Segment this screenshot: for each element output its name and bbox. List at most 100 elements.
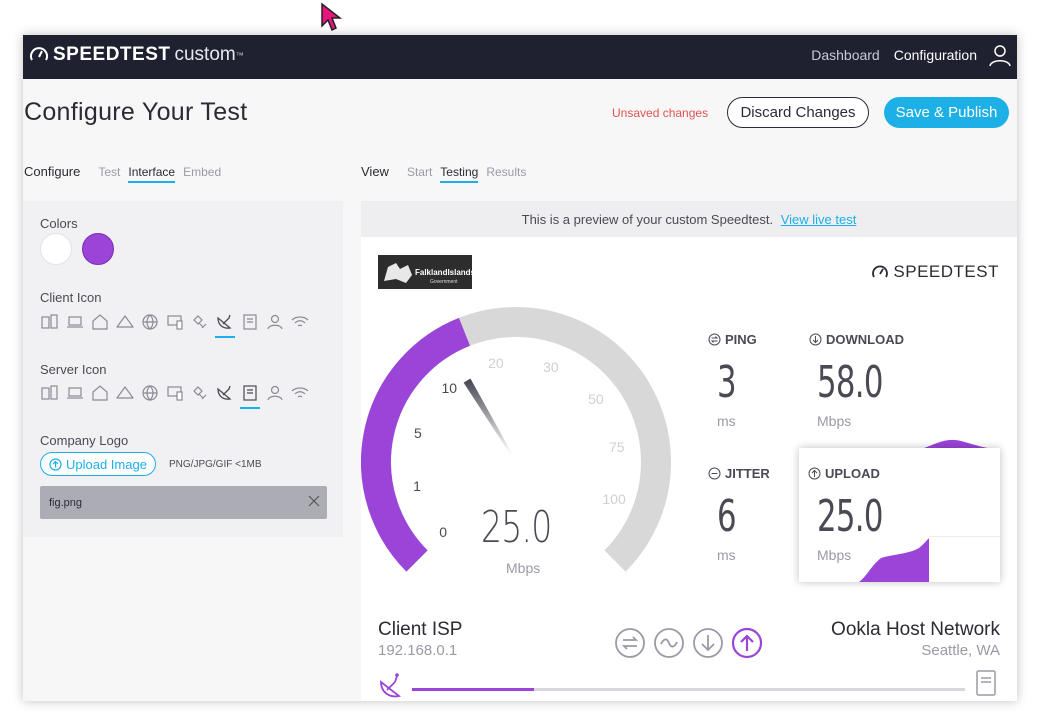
view-live-test-link[interactable]: View live test — [781, 212, 857, 227]
download-unit: Mbps — [817, 413, 852, 429]
user-account-icon[interactable] — [987, 42, 1013, 68]
client-isp-name: Client ISP — [378, 619, 463, 640]
download-icon — [809, 333, 822, 346]
gauge-tick-label: 5 — [413, 425, 422, 442]
upload-icon — [808, 467, 821, 480]
gauge-tick-label: 1 — [413, 477, 421, 494]
view-label: View — [361, 164, 389, 179]
client-option-server-icon[interactable] — [240, 311, 260, 333]
stage-jitter-icon — [654, 628, 684, 658]
nav-dashboard[interactable]: Dashboard — [811, 47, 880, 63]
top-nav: Dashboard Configuration — [811, 47, 977, 63]
nav-configuration[interactable]: Configuration — [894, 47, 977, 63]
client-option-globe-icon[interactable] — [140, 311, 160, 333]
client-option-desktop-icon[interactable] — [40, 311, 60, 333]
gauge-fill — [361, 317, 471, 572]
server-option-server-icon[interactable] — [240, 382, 260, 409]
server-option-laptop-icon[interactable] — [65, 382, 85, 404]
client-option-laptop-icon[interactable] — [65, 311, 85, 333]
gauge-unit: Mbps — [506, 560, 541, 576]
gauge-value: 25.0 — [481, 502, 552, 553]
preview-notice-text: This is a preview of your custom Speedte… — [521, 212, 774, 227]
app-window: SPEEDTEST custom ™ Dashboard Configurati… — [23, 35, 1017, 701]
company-logo-label: Company Logo — [40, 433, 129, 448]
stage-download-icon — [693, 628, 723, 658]
client-option-dish-icon[interactable] — [215, 311, 235, 338]
download-value: 58.0 — [817, 357, 883, 408]
upload-value: 25.0 — [817, 491, 883, 542]
color-swatch-purple[interactable] — [82, 233, 114, 265]
color-swatch-white[interactable] — [40, 233, 72, 265]
jitter-label-text: JITTER — [725, 466, 770, 481]
client-option-home-icon[interactable] — [90, 311, 110, 333]
download-label-text: DOWNLOAD — [826, 332, 904, 347]
test-progress-bar — [412, 688, 965, 691]
server-option-dish-icon[interactable] — [215, 382, 235, 404]
discard-changes-button[interactable]: Discard Changes — [727, 97, 869, 128]
tab-results[interactable]: Results — [486, 165, 526, 181]
tab-start[interactable]: Start — [407, 165, 432, 181]
server-option-satellite-icon[interactable] — [190, 382, 210, 404]
configure-tabs: Configure Test Interface Embed — [24, 164, 229, 183]
jitter-label: JITTER — [708, 466, 770, 481]
mouse-cursor-icon — [321, 2, 342, 32]
page-title: Configure Your Test — [24, 98, 248, 126]
logo-text-line1: FalklandIslands — [415, 268, 472, 277]
upload-sparkline — [859, 536, 1000, 582]
gauge-tick-label: 20 — [488, 355, 504, 372]
trademark: ™ — [235, 50, 244, 60]
server-option-cloud-icon[interactable] — [115, 382, 135, 404]
tab-test[interactable]: Test — [98, 165, 120, 181]
preview-notice: This is a preview of your custom Speedte… — [361, 201, 1017, 237]
brand-suffix: custom — [174, 44, 236, 65]
tab-interface[interactable]: Interface — [128, 165, 176, 183]
upload-label-text: UPLOAD — [825, 466, 880, 481]
server-option-globe-icon[interactable] — [140, 382, 160, 404]
client-icon-picker — [40, 311, 310, 338]
client-option-wifi-icon[interactable] — [290, 311, 310, 333]
client-icon-label: Client Icon — [40, 290, 102, 305]
brand-logo[interactable]: SPEEDTEST custom ™ — [29, 44, 244, 66]
host-name: Ookla Host Network — [831, 619, 1000, 640]
server-option-person-icon[interactable] — [265, 382, 285, 404]
server-option-wifi-icon[interactable] — [290, 382, 310, 404]
upload-card: UPLOAD 25.0 Mbps — [799, 448, 1000, 582]
download-label: DOWNLOAD — [809, 332, 904, 347]
jitter-unit: ms — [717, 547, 736, 563]
client-ip: 192.168.0.1 — [378, 642, 458, 659]
brand-name: SPEEDTEST — [53, 44, 171, 65]
gauge-tick-label: 100 — [602, 491, 626, 508]
server-option-home-icon[interactable] — [90, 382, 110, 404]
stage-ping-icon — [615, 628, 645, 658]
gauge-needle — [463, 378, 512, 454]
tab-embed[interactable]: Embed — [183, 165, 221, 181]
file-name: fig.png — [49, 497, 83, 509]
server-icon-label: Server Icon — [40, 362, 107, 377]
upload-image-button[interactable]: Upload Image — [40, 452, 156, 476]
ping-label: PING — [708, 332, 757, 347]
client-option-cloud-icon[interactable] — [115, 311, 135, 333]
host-location: Seattle, WA — [921, 642, 1000, 659]
gauge-tick-label: 10 — [441, 380, 458, 397]
jitter-value: 6 — [717, 491, 737, 542]
remove-file-icon[interactable] — [308, 495, 320, 507]
page-header: Configure Your Test Unsaved changes Disc… — [23, 79, 1017, 145]
stage-upload-icon — [731, 627, 763, 659]
server-option-desktop-icon[interactable] — [40, 382, 60, 404]
jitter-icon — [708, 467, 721, 480]
colors-label: Colors — [40, 216, 78, 231]
ping-label-text: PING — [725, 332, 757, 347]
client-option-person-icon[interactable] — [265, 311, 285, 333]
save-publish-button[interactable]: Save & Publish — [884, 97, 1009, 128]
client-option-satellite-icon[interactable] — [190, 311, 210, 333]
unsaved-status: Unsaved changes — [612, 106, 709, 120]
logo-text-line2: Government — [430, 279, 458, 285]
uploaded-file-chip: fig.png — [40, 486, 327, 519]
view-tabs: View Start Testing Results — [361, 164, 534, 183]
server-icon — [976, 670, 996, 696]
speedometer-icon — [872, 265, 889, 278]
server-option-devices-icon[interactable] — [165, 382, 185, 404]
client-option-devices-icon[interactable] — [165, 311, 185, 333]
gauge-tick-label: 50 — [588, 390, 604, 407]
tab-testing[interactable]: Testing — [440, 165, 479, 183]
